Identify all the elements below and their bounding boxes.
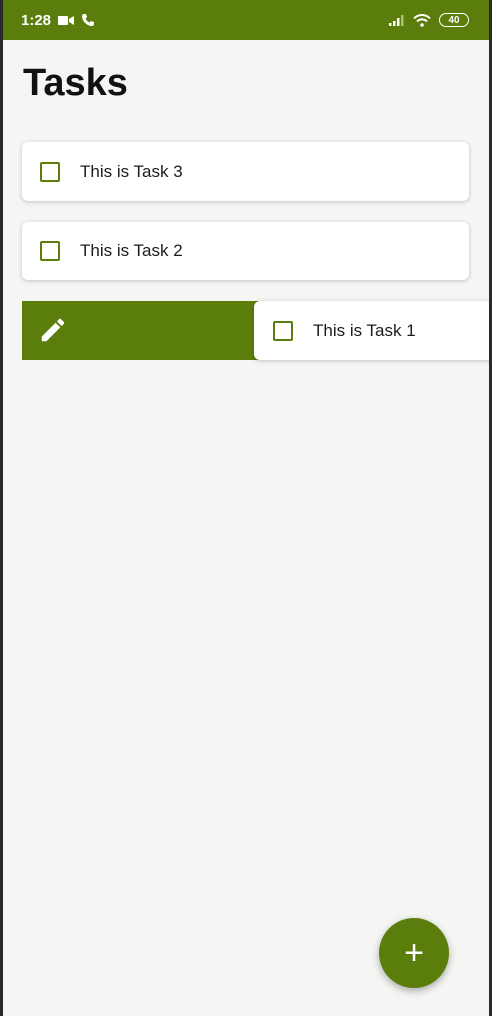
task-checkbox[interactable] xyxy=(40,241,60,261)
task-item-1[interactable]: This is Task 1 xyxy=(254,301,489,360)
status-time: 1:28 xyxy=(21,11,52,29)
task-label: This is Task 2 xyxy=(80,241,183,260)
battery-icon: 40 xyxy=(439,13,469,27)
wifi-icon xyxy=(413,13,431,27)
signal-icon xyxy=(389,15,404,26)
add-task-button[interactable]: + xyxy=(379,918,449,988)
task-label: This is Task 3 xyxy=(80,161,183,181)
call-icon xyxy=(82,14,95,26)
status-bar: 1:28 40 xyxy=(3,0,489,40)
status-right: 40 xyxy=(389,13,489,27)
task-checkbox[interactable] xyxy=(273,320,293,341)
task-item-3[interactable]: This is Task 3 xyxy=(22,142,469,201)
task-label: This is Task 1 xyxy=(313,320,416,340)
status-left: 1:28 xyxy=(3,12,95,29)
plus-icon: + xyxy=(404,933,424,972)
battery-level: 40 xyxy=(448,14,460,26)
video-camera-icon xyxy=(58,15,75,25)
edit-icon xyxy=(41,318,65,342)
task-checkbox[interactable] xyxy=(40,161,60,182)
page-title: Tasks xyxy=(23,62,128,104)
app-screen: 1:28 40 Tasks This is Task 3 This is Tas… xyxy=(3,0,489,1016)
task-item-2[interactable]: This is Task 2 xyxy=(22,222,469,280)
